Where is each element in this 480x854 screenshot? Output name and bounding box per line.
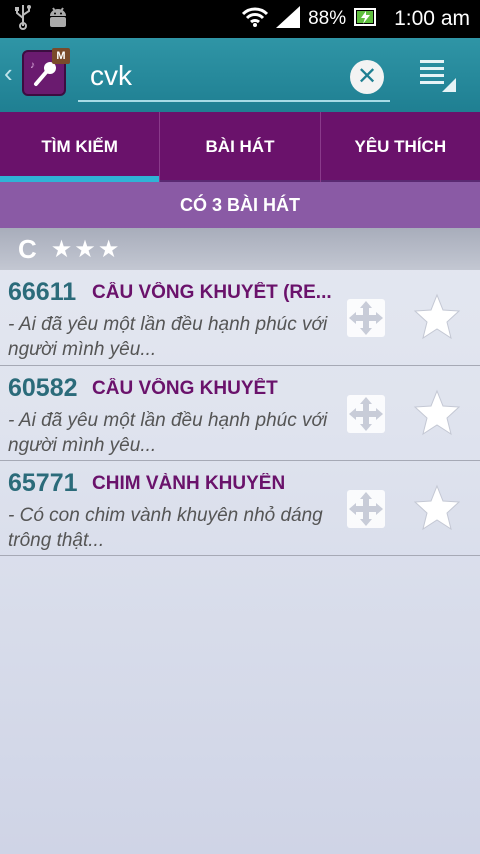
favorite-star-icon[interactable] [412,388,462,438]
tab-favorites[interactable]: YÊU THÍCH [319,112,480,182]
song-lyric: - Có con chim vành khuyên nhỏ dáng trông… [8,505,323,551]
svg-text:♪: ♪ [30,60,35,71]
list-item[interactable]: 65771 CHIM VÀNH KHUYÊN - Có con chim vàn… [0,461,480,556]
song-code: 65771 [8,469,78,497]
song-lyric: - Ai đã yêu một lần đều hạnh phúc với ng… [8,314,328,360]
song-lyric: - Ai đã yêu một lần đều hạnh phúc với ng… [8,410,328,456]
battery-percent: 88% [308,8,347,29]
favorite-star-icon[interactable] [412,483,462,533]
wifi-icon [242,6,269,33]
menu-line-icon [420,74,444,77]
android-debug-icon [46,5,70,34]
menu-line-icon [420,60,444,63]
menu-line-icon [420,81,444,84]
result-count-banner: CÓ 3 BÀI HÁT [0,182,480,228]
close-icon: ✕ [356,63,378,90]
rating-stars: ★★★ [50,235,122,263]
list-item[interactable]: 60582 CẦU VỒNG KHUYẾT - Ai đã yêu một lầ… [0,366,480,461]
section-header: C ★★★ [0,228,480,270]
tab-search[interactable]: TÌM KIẾM [0,112,160,182]
dropdown-corner-icon [442,78,456,92]
signal-icon [276,5,301,33]
section-letter: C [18,233,37,264]
action-bar: ‹ ♪ M ✕ [0,38,480,112]
tab-songs[interactable]: BÀI HÁT [159,112,320,182]
favorite-star-icon[interactable] [412,292,462,342]
clear-search-button[interactable]: ✕ [350,60,384,94]
app-logo-icon[interactable]: ♪ M [22,48,70,96]
tab-label: BÀI HÁT [205,137,275,156]
overflow-menu-button[interactable] [414,54,458,94]
move-icon[interactable] [346,489,386,529]
move-icon[interactable] [346,298,386,338]
tab-bar: TÌM KIẾM BÀI HÁT YÊU THÍCH [0,112,480,182]
search-input[interactable] [90,56,340,96]
tab-label: TÌM KIẾM [41,137,118,156]
song-code: 66611 [8,278,77,306]
song-title: CẦU VỒNG KHUYẾT (RE... [92,282,332,303]
song-title: CẦU VỒNG KHUYẾT [92,378,278,399]
status-bar: 88% 1:00 am [0,0,480,38]
menu-line-icon [420,67,444,70]
tab-label: YÊU THÍCH [354,137,447,156]
usb-icon [14,4,32,35]
song-code: 60582 [8,374,78,402]
move-icon[interactable] [346,394,386,434]
list-item[interactable]: 66611 CẦU VỒNG KHUYẾT (RE... - Ai đã yêu… [0,270,480,366]
back-chevron-icon[interactable]: ‹ [4,60,13,86]
battery-charging-icon [354,6,378,33]
song-list: 66611 CẦU VỒNG KHUYẾT (RE... - Ai đã yêu… [0,270,480,556]
app-logo-badge: M [52,48,70,64]
song-title: CHIM VÀNH KHUYÊN [92,473,286,494]
search-box: ✕ [78,48,390,102]
clock: 1:00 am [394,7,470,30]
